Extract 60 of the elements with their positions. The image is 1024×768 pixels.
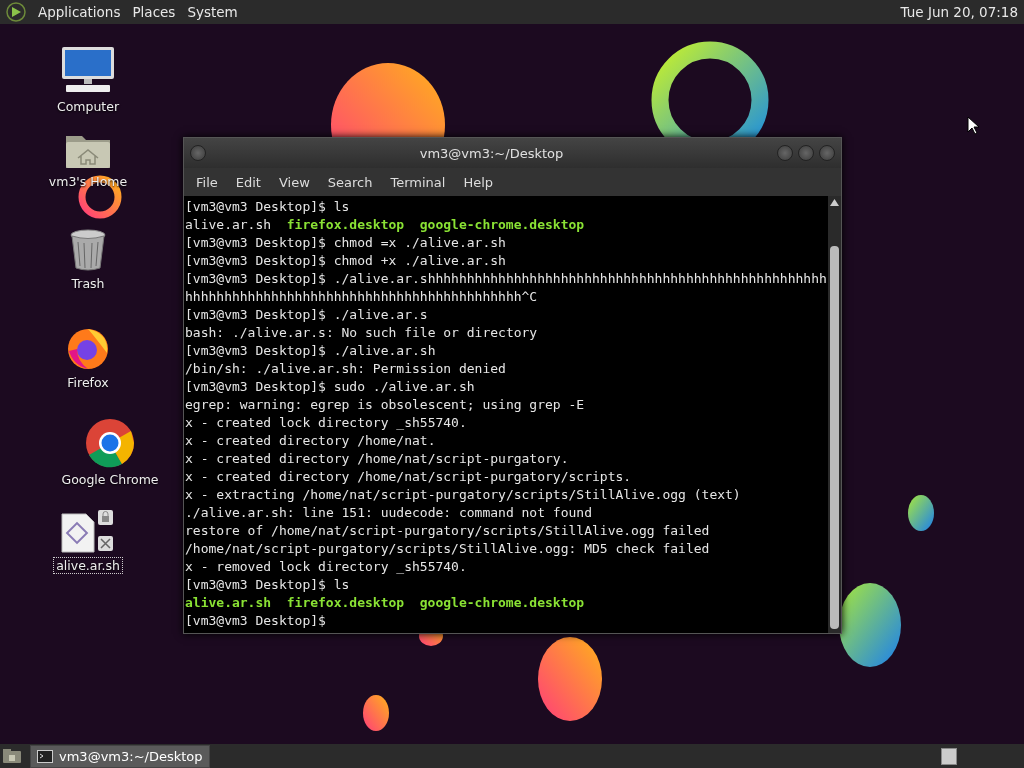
scroll-up-icon[interactable] bbox=[830, 199, 839, 206]
icon-label[interactable]: alive.ar.sh bbox=[54, 558, 122, 573]
window-title: vm3@vm3:~/Desktop bbox=[418, 145, 565, 161]
menu-item[interactable]: View bbox=[270, 171, 318, 193]
logo-icon[interactable] bbox=[6, 2, 26, 22]
icon-label[interactable]: Firefox bbox=[65, 375, 111, 390]
menu-item[interactable]: File bbox=[188, 171, 226, 193]
menu-item[interactable]: Places bbox=[126, 2, 182, 22]
terminal-text: [vm3@vm3 Desktop]$ ./alive.ar.s bbox=[185, 306, 428, 324]
executable-name: alive.ar.sh bbox=[185, 594, 272, 612]
terminal-text: /home/nat/script-purgatory/scripts/StillAlive.ogg: MD5 check failed bbox=[185, 540, 710, 558]
icon-label[interactable]: Trash bbox=[69, 276, 107, 291]
executable-name: firefox.desktop bbox=[286, 216, 405, 234]
taskbar-button[interactable]: vm3@vm3:~/Desktop bbox=[30, 744, 210, 768]
executable-name: google-chrome.desktop bbox=[419, 594, 585, 612]
trash-icon[interactable] bbox=[68, 228, 108, 272]
menu-item[interactable]: Help bbox=[455, 171, 502, 193]
terminal-text: [vm3@vm3 Desktop]$ bbox=[185, 612, 326, 630]
icon-label[interactable]: Google Chrome bbox=[59, 472, 161, 487]
terminal-text: x - created directory /home/nat. bbox=[185, 432, 436, 450]
menu-item[interactable]: Terminal bbox=[382, 171, 454, 193]
terminal-text: x - created lock directory _sh55740. bbox=[185, 414, 467, 432]
close-button[interactable] bbox=[819, 145, 835, 161]
terminal-text: x - extracting /home/nat/script-purgatory/scripts/StillAlive.ogg (text) bbox=[185, 486, 741, 504]
terminal-text: [vm3@vm3 Desktop]$ sudo ./alive.ar.sh bbox=[185, 378, 475, 396]
terminal-text: [vm3@vm3 Desktop]$ chmod =x ./alive.ar.sh bbox=[185, 234, 506, 252]
terminal-text: [vm3@vm3 Desktop]$ ls bbox=[185, 576, 350, 594]
show-desktop-icon[interactable] bbox=[2, 748, 22, 764]
executable-name: firefox.desktop bbox=[286, 594, 405, 612]
terminal-text: [vm3@vm3 Desktop]$ ./alive.ar.sh bbox=[185, 342, 436, 360]
menu-item[interactable]: Applications bbox=[32, 2, 127, 22]
scrollbar[interactable] bbox=[828, 196, 841, 633]
script-file-icon[interactable] bbox=[60, 508, 116, 554]
maximize-button[interactable] bbox=[798, 145, 814, 161]
terminal-text: x - created directory /home/nat/script-purgatory/scripts. bbox=[185, 468, 632, 486]
menu-item[interactable]: Edit bbox=[227, 171, 269, 193]
terminal-text: ./alive.ar.sh: line 151: uudecode: command not found bbox=[185, 504, 592, 522]
window-menu-button[interactable] bbox=[190, 145, 206, 161]
terminal-text: alive.ar.sh bbox=[185, 216, 272, 234]
terminal-text: [vm3@vm3 Desktop]$ ls bbox=[185, 198, 350, 216]
workspace-switcher[interactable] bbox=[941, 747, 957, 765]
terminal-icon bbox=[37, 749, 53, 763]
terminal-text: restore of /home/nat/script-purgatory/scripts/StillAlive.ogg failed bbox=[185, 522, 710, 540]
terminal-text: [vm3@vm3 Desktop]$ chmod +x ./alive.ar.sh bbox=[185, 252, 506, 270]
terminal-text: /bin/sh: ./alive.ar.sh: Permission denied bbox=[185, 360, 506, 378]
menu-item[interactable]: Search bbox=[319, 171, 381, 193]
tricolor-circle-icon[interactable] bbox=[85, 418, 135, 468]
terminal-text: hhhhhhhhhhhhhhhhhhhhhhhhhhhhhhhhhhhhhhhhhhh^C bbox=[185, 288, 538, 306]
executable-name: google-chrome.desktop bbox=[419, 216, 585, 234]
terminal-text: egrep: warning: egrep is obsolescent; using grep -E bbox=[185, 396, 585, 414]
mouse-pointer-icon[interactable] bbox=[967, 116, 979, 135]
scrollbar-thumb[interactable] bbox=[830, 246, 839, 629]
terminal-text: [vm3@vm3 Desktop]$ ./alive.ar.shhhhhhhhhhhhhhhhhhhhhhhhhhhhhhhhhhhhhhhhhhhhhhhhhhh bbox=[185, 270, 827, 288]
minimize-button[interactable] bbox=[777, 145, 793, 161]
icon-label[interactable]: Computer bbox=[54, 99, 122, 114]
terminal-text: bash: ./alive.ar.s: No such file or directory bbox=[185, 324, 538, 342]
terminal-text: x - created directory /home/nat/script-purgatory. bbox=[185, 450, 569, 468]
menu-item[interactable]: System bbox=[181, 2, 244, 22]
terminal-text: x - removed lock directory _sh55740. bbox=[185, 558, 467, 576]
clock[interactable]: Tue Jun 20, 07:18 bbox=[900, 4, 1024, 20]
